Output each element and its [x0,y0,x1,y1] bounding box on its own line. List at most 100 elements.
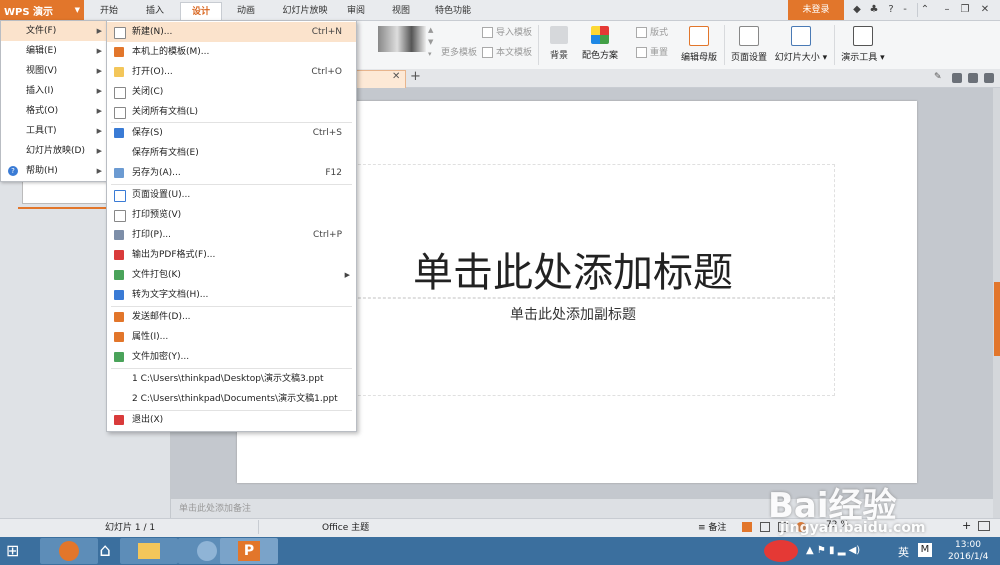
menu-local-templates[interactable]: 本机上的模板(M)... [107,42,356,62]
restore-icon[interactable]: ❐ [958,3,972,17]
menu-recent-file-1[interactable]: 1 C:\Users\thinkpad\Desktop\演示文稿3.ppt [107,369,356,389]
slide-subtitle-placeholder[interactable]: 单击此处添加副标题 [313,304,833,324]
pane-toggle-handle[interactable] [994,282,1000,356]
menu-save-as[interactable]: 另存为(A)... F12 [107,163,356,183]
menu-item-label: 另存为(A)... [132,168,181,178]
menu-item-tools[interactable]: 工具(T) ▶ [1,121,107,141]
tray-security-icon[interactable] [764,540,798,562]
wps-app-menu-button[interactable]: WPS 演示 ▼ [0,0,84,20]
menu-save-all[interactable]: 保存所有文档(E) [107,143,356,163]
menu-item-label: 转为文字文档(H)... [132,290,209,300]
menu-recent-file-2[interactable]: 2 C:\Users\thinkpad\Documents\演示文稿1.ppt [107,389,356,409]
template-thumbnail[interactable] [378,26,426,52]
menu-item-label: 打开(O)... [132,67,173,77]
tab-view[interactable]: 视图 [384,2,418,20]
collapse-ribbon-icon[interactable]: ⌃ [917,3,932,17]
clock[interactable]: 13:00 2016/1/4 [948,539,988,563]
menu-print-preview[interactable]: 打印预览(V) [107,205,356,225]
layout-button[interactable]: 版式 [636,26,668,40]
this-template-button[interactable]: 本文模板 [482,46,532,60]
folder-icon [138,543,160,559]
menu-new[interactable]: 新建(N)... Ctrl+N [107,22,356,42]
zoom-in-icon[interactable]: + [962,519,971,532]
menu-item-insert[interactable]: 插入(I) ▶ [1,81,107,101]
menu-exit[interactable]: 退出(X) [107,410,356,430]
template-scroll-icon[interactable]: ▲ ▼ ▾ [428,24,436,60]
new-tab-icon[interactable]: + [410,69,421,84]
shirt-icon[interactable]: ♣ [867,3,881,17]
menu-close-all[interactable]: 关闭所有文档(L) [107,102,356,122]
edit-master-button[interactable]: 编辑母版 [678,24,720,68]
thumbnail-insert-marker [18,207,108,209]
fit-window-icon[interactable] [978,521,990,531]
clock-time: 13:00 [955,540,981,550]
menu-item-slideshow[interactable]: 幻灯片放映(D) ▶ [1,141,107,161]
close-icon[interactable]: ✕ [978,3,992,17]
tab-design[interactable]: 设计 [180,2,222,21]
grid-icon[interactable] [952,73,962,83]
wps-presentation-icon: P [238,541,260,561]
import-template-button[interactable]: 导入模板 [482,26,532,40]
menu-item-format[interactable]: 格式(O) ▶ [1,101,107,121]
menu-export-pdf[interactable]: 输出为PDF格式(F)... [107,245,356,265]
background-button[interactable]: 背景 [544,24,574,68]
shortcut-label: F12 [325,168,342,178]
menu-send-mail[interactable]: 发送邮件(D)... [107,307,356,327]
reset-button[interactable]: 重置 [636,46,668,60]
print-preview-icon [114,210,126,222]
menu-save[interactable]: 保存(S) Ctrl+S [107,123,356,143]
menu-page-setup[interactable]: 页面设置(U)... [107,185,356,205]
ime-indicator[interactable]: 英 [898,544,909,560]
close-tab-icon[interactable]: ✕ [392,71,400,82]
menu-open[interactable]: 打开(O)... Ctrl+O [107,62,356,82]
menu-item-file[interactable]: 文件(F) ▶ [1,21,107,41]
menu-package[interactable]: 文件打包(K) ▶ [107,265,356,285]
color-scheme-button[interactable]: 配色方案 [576,24,624,68]
menu-encrypt[interactable]: 文件加密(Y)... [107,347,356,367]
help-icon[interactable]: ? [884,3,898,17]
minimize-icon[interactable]: – [940,3,954,17]
menu-item-edit[interactable]: 编辑(E) ▶ [1,41,107,61]
import-icon [482,27,493,38]
package-icon [114,270,124,280]
dash-icon[interactable]: - [898,3,912,17]
menu-item-label: 1 C:\Users\thinkpad\Desktop\演示文稿3.ppt [132,374,324,384]
watermark-url: jingyan.baidu.com [780,520,926,536]
chevron-right-icon: ▶ [96,167,102,175]
notes-toggle[interactable]: ≡ 备注 [698,520,726,533]
slide-title-placeholder[interactable]: 单击此处添加标题 [313,240,833,298]
tab-insert[interactable]: 插入 [134,2,176,20]
background-label: 背景 [549,51,568,61]
presenter-tools-button[interactable]: 演示工具 ▾ [838,24,888,68]
windows-start-icon[interactable]: ⊞ [6,541,28,561]
tab-animation[interactable]: 动画 [226,2,266,20]
page-setup-button[interactable]: 页面设置 [728,24,770,68]
slide-size-button[interactable]: 幻灯片大小 ▾ [772,24,830,68]
image-icon[interactable] [968,73,978,83]
slideshow-icon[interactable] [984,73,994,83]
login-button[interactable]: 未登录 [788,0,844,20]
taskbar-app-explorer[interactable] [120,538,178,564]
tab-features[interactable]: 特色功能 [428,2,478,20]
more-templates-button[interactable]: 更多模板 [441,46,477,60]
pen-icon[interactable]: ✎ [934,72,944,82]
tab-home[interactable]: 开始 [88,2,130,20]
menu-convert-to-doc[interactable]: 转为文字文档(H)... [107,285,356,305]
properties-icon [114,332,124,342]
menu-item-view[interactable]: 视图(V) ▶ [1,61,107,81]
menu-item-label: 编辑(E) [26,46,57,56]
tab-review[interactable]: 审阅 [340,2,372,20]
menu-print[interactable]: 打印(P)... Ctrl+P [107,225,356,245]
menu-properties[interactable]: 属性(I)... [107,327,356,347]
menu-item-label: 工具(T) [26,126,57,136]
ime-mode-icon[interactable]: M [918,543,932,557]
skin-icon[interactable]: ◆ [850,3,864,17]
menu-close[interactable]: 关闭(C) [107,82,356,102]
menu-item-help[interactable]: ? 帮助(H) ▶ [1,161,107,181]
taskbar-app-wps-presentation[interactable]: P [220,538,278,564]
this-template-label: 本文模板 [496,48,533,58]
tab-slideshow[interactable]: 幻灯片放映 [272,2,338,20]
chevron-right-icon: ▶ [96,67,102,75]
normal-view-icon[interactable] [742,522,752,532]
tray-icons[interactable]: ▲ ⚑ ▮ ▂ ◀) [806,545,860,556]
